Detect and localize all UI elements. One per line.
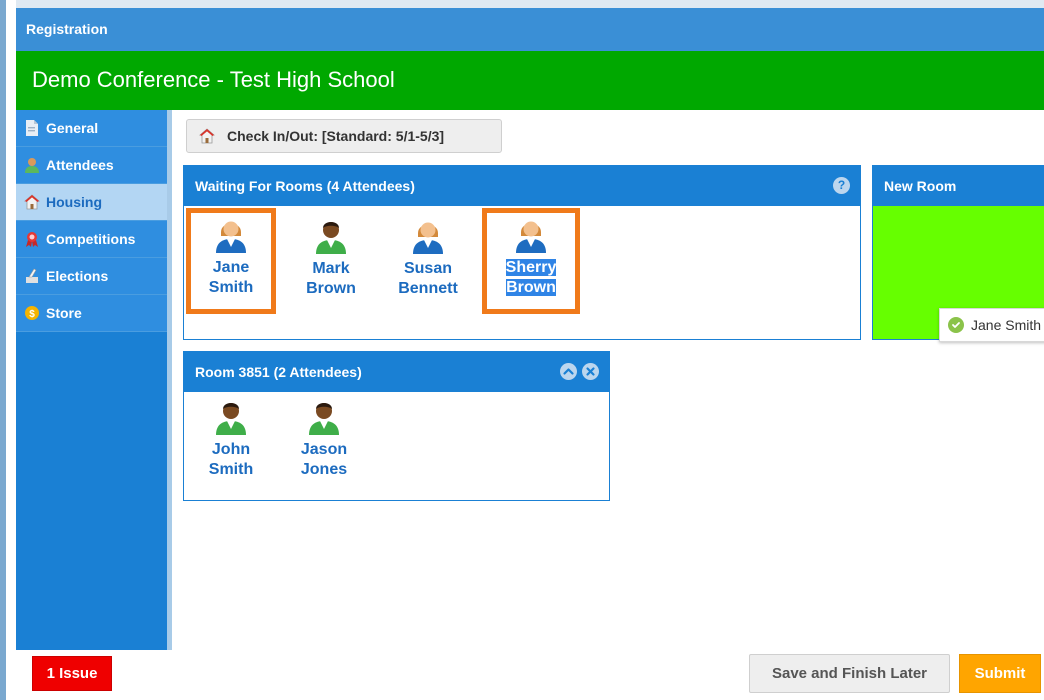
person-icon xyxy=(24,157,40,173)
attendee-first-name: Jane xyxy=(212,259,250,276)
attendee-susan-bennett[interactable]: Susan Bennett xyxy=(386,218,470,299)
sidebar-item-label: General xyxy=(46,120,99,136)
house-icon xyxy=(24,194,40,210)
attendee-first-name: Sherry xyxy=(505,259,557,276)
panel-title: New Room xyxy=(884,178,957,194)
conference-title: Demo Conference - Test High School xyxy=(16,51,1044,110)
sidebar: General Attendees Housing Competitions E… xyxy=(16,110,172,650)
attendee-jane-smith[interactable]: Jane Smith xyxy=(186,208,276,314)
house-icon xyxy=(199,128,215,144)
male-person-icon xyxy=(216,403,246,435)
window-title: Registration xyxy=(16,8,1044,51)
window-top-strip xyxy=(16,0,1044,8)
sidebar-item-store[interactable]: $ Store xyxy=(16,295,167,332)
sidebar-item-label: Attendees xyxy=(46,157,114,173)
female-person-icon xyxy=(413,222,443,254)
sidebar-item-label: Housing xyxy=(46,194,102,210)
room-3851-panel: Room 3851 (2 Attendees) John Smith Jason… xyxy=(183,351,610,501)
save-and-finish-later-button[interactable]: Save and Finish Later xyxy=(749,654,950,693)
sidebar-item-competitions[interactable]: Competitions xyxy=(16,221,167,258)
footer-bar: 1 Issue Save and Finish Later Submit xyxy=(16,650,1044,700)
panel-title: Room 3851 (2 Attendees) xyxy=(195,364,362,380)
check-in-out-label: Check In/Out: [Standard: 5/1-5/3] xyxy=(227,128,445,144)
attendee-jason-jones[interactable]: Jason Jones xyxy=(282,399,366,480)
attendee-last-name: Smith xyxy=(208,279,254,296)
ballot-icon xyxy=(24,268,40,284)
sidebar-item-label: Competitions xyxy=(46,231,136,247)
attendee-sherry-brown[interactable]: Sherry Brown xyxy=(482,208,580,314)
waiting-for-rooms-panel: Waiting For Rooms (4 Attendees) ? Jane S… xyxy=(183,165,861,340)
housing-content: Check In/Out: [Standard: 5/1-5/3] Waitin… xyxy=(177,110,1044,650)
sidebar-item-elections[interactable]: Elections xyxy=(16,258,167,295)
attendee-last-name: Jones xyxy=(300,461,348,478)
male-person-icon xyxy=(316,222,346,254)
check-icon xyxy=(948,317,964,333)
submit-button[interactable]: Submit xyxy=(959,654,1041,693)
issue-button[interactable]: 1 Issue xyxy=(32,656,112,691)
attendee-john-smith[interactable]: John Smith xyxy=(189,399,273,480)
attendee-first-name: Mark xyxy=(312,260,350,277)
panel-header: Room 3851 (2 Attendees) xyxy=(184,352,609,392)
attendee-first-name: Jason xyxy=(300,441,348,458)
sidebar-item-label: Elections xyxy=(46,268,109,284)
panel-header: New Room xyxy=(873,166,1044,206)
coin-icon: $ xyxy=(24,305,40,321)
collapse-icon[interactable] xyxy=(560,363,577,380)
male-person-icon xyxy=(309,403,339,435)
ribbon-icon xyxy=(24,231,40,247)
drag-tooltip: Jane Smith xyxy=(939,308,1044,342)
attendee-last-name: Bennett xyxy=(398,280,458,297)
attendee-mark-brown[interactable]: Mark Brown xyxy=(289,218,373,299)
attendee-last-name: Brown xyxy=(306,280,356,297)
attendee-first-name: Susan xyxy=(403,260,452,277)
female-person-icon xyxy=(216,221,246,253)
sidebar-item-general[interactable]: General xyxy=(16,110,167,147)
remove-icon[interactable] xyxy=(582,363,599,380)
check-in-out-button[interactable]: Check In/Out: [Standard: 5/1-5/3] xyxy=(186,119,502,153)
drag-tooltip-label: Jane Smith xyxy=(971,317,1042,333)
sidebar-item-label: Store xyxy=(46,305,82,321)
panel-title: Waiting For Rooms (4 Attendees) xyxy=(195,178,415,194)
attendee-last-name: Brown xyxy=(506,279,556,296)
sidebar-item-attendees[interactable]: Attendees xyxy=(16,147,167,184)
female-person-icon xyxy=(516,221,546,253)
document-icon xyxy=(24,120,40,136)
panel-header: Waiting For Rooms (4 Attendees) ? xyxy=(184,166,860,206)
svg-text:$: $ xyxy=(29,309,35,320)
sidebar-item-housing[interactable]: Housing xyxy=(16,184,167,221)
registration-window: Registration Demo Conference - Test High… xyxy=(0,0,1044,700)
help-icon[interactable]: ? xyxy=(833,177,850,194)
attendee-first-name: John xyxy=(211,441,251,458)
attendee-last-name: Smith xyxy=(208,461,254,478)
